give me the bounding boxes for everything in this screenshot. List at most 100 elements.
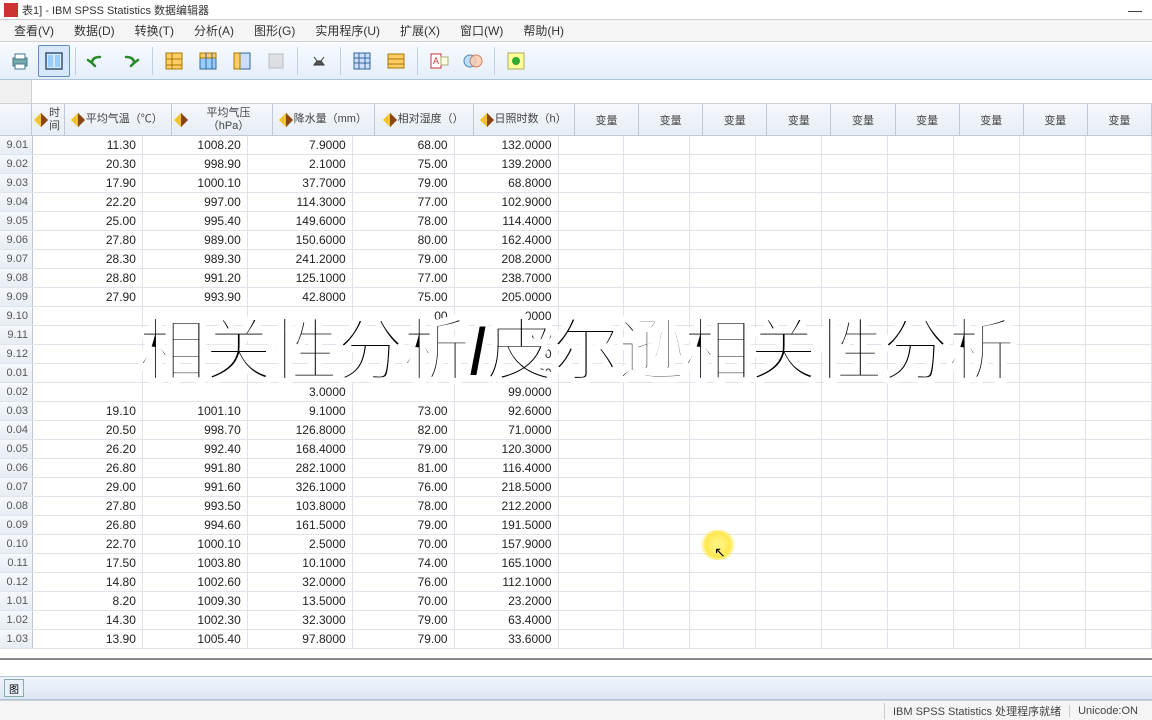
empty-cell[interactable] (690, 497, 756, 515)
empty-cell[interactable] (954, 554, 1020, 572)
empty-cell[interactable] (624, 573, 690, 591)
empty-cell[interactable] (888, 573, 954, 591)
cell[interactable]: 79.00 (353, 250, 455, 268)
cell[interactable]: 1000.10 (143, 535, 248, 553)
cell[interactable]: 238.7000 (455, 269, 559, 287)
cell[interactable]: 29.00 (33, 478, 143, 496)
cell[interactable]: 149.6000 (248, 212, 353, 230)
use-sets-icon[interactable] (457, 45, 489, 77)
empty-cell[interactable] (1086, 155, 1152, 173)
empty-cell[interactable] (559, 193, 625, 211)
empty-cell[interactable] (756, 573, 822, 591)
cell[interactable]: 9.1000 (248, 402, 353, 420)
cell[interactable] (248, 345, 353, 363)
goto-variable-icon[interactable] (192, 45, 224, 77)
cell[interactable]: 99.0000 (455, 383, 559, 401)
empty-cell[interactable] (1086, 326, 1152, 344)
menu-item[interactable]: 帮助(H) (513, 20, 574, 41)
empty-cell[interactable] (888, 136, 954, 154)
empty-cell[interactable] (624, 193, 690, 211)
cell[interactable]: 74.00 (353, 554, 455, 572)
cell[interactable]: 63.4000 (455, 611, 559, 629)
cell[interactable]: 991.20 (143, 269, 248, 287)
empty-cell[interactable] (954, 421, 1020, 439)
empty-cell[interactable] (559, 535, 625, 553)
cell[interactable]: 13.5000 (248, 592, 353, 610)
empty-cell[interactable] (690, 288, 756, 306)
empty-cell[interactable] (1020, 554, 1086, 572)
cell[interactable] (33, 364, 143, 382)
cell[interactable]: 116.4000 (455, 459, 559, 477)
cell[interactable]: 102.9000 (455, 193, 559, 211)
cell[interactable]: 26.80 (33, 459, 143, 477)
empty-cell[interactable] (624, 231, 690, 249)
column-header[interactable]: 降水量（mm） (273, 104, 375, 135)
split-file-icon[interactable] (346, 45, 378, 77)
cell[interactable]: 165.1000 (455, 554, 559, 572)
empty-cell[interactable] (624, 421, 690, 439)
cell[interactable] (33, 326, 143, 344)
cell[interactable]: 22.20 (33, 193, 143, 211)
cell[interactable] (143, 364, 248, 382)
empty-cell[interactable] (624, 402, 690, 420)
row-header[interactable]: 0.05 (0, 440, 33, 458)
empty-cell[interactable] (559, 269, 625, 287)
cell[interactable]: 97.8000 (248, 630, 353, 648)
empty-cell[interactable] (954, 269, 1020, 287)
empty-cell[interactable] (690, 250, 756, 268)
cell[interactable]: 103.8000 (248, 497, 353, 515)
empty-cell[interactable] (756, 364, 822, 382)
empty-cell[interactable] (822, 212, 888, 230)
empty-cell[interactable] (559, 231, 625, 249)
cell[interactable]: 17.50 (33, 554, 143, 572)
empty-cell[interactable] (559, 212, 625, 230)
cell[interactable]: 27.80 (33, 497, 143, 515)
empty-cell[interactable] (624, 269, 690, 287)
column-header[interactable]: 平均气温（℃） (65, 104, 172, 135)
formula-input[interactable] (32, 80, 1152, 103)
empty-cell[interactable] (690, 193, 756, 211)
empty-cell[interactable] (690, 383, 756, 401)
empty-cell[interactable] (822, 554, 888, 572)
row-header[interactable]: 0.02 (0, 383, 33, 401)
cell[interactable]: 000 (455, 364, 559, 382)
empty-cell[interactable] (1020, 174, 1086, 192)
empty-cell[interactable] (756, 288, 822, 306)
empty-cell[interactable] (822, 250, 888, 268)
empty-cell[interactable] (624, 364, 690, 382)
empty-cell[interactable] (690, 554, 756, 572)
menu-item[interactable]: 图形(G) (244, 20, 305, 41)
cell[interactable]: 997.00 (143, 193, 248, 211)
empty-cell[interactable] (888, 459, 954, 477)
cell[interactable]: 191.5000 (455, 516, 559, 534)
cell[interactable]: 23.2000 (455, 592, 559, 610)
empty-cell[interactable] (1086, 478, 1152, 496)
row-header[interactable]: 0.12 (0, 573, 33, 591)
cell[interactable] (33, 345, 143, 363)
row-header[interactable]: 0.10 (0, 535, 33, 553)
menu-item[interactable]: 实用程序(U) (305, 20, 390, 41)
empty-cell[interactable] (822, 421, 888, 439)
cell[interactable]: 32.0000 (248, 573, 353, 591)
empty-cell[interactable] (624, 326, 690, 344)
empty-cell[interactable] (756, 402, 822, 420)
empty-cell[interactable] (624, 497, 690, 515)
empty-cell[interactable] (954, 345, 1020, 363)
cell[interactable]: 79.00 (353, 440, 455, 458)
empty-cell[interactable] (624, 307, 690, 325)
empty-cell[interactable] (954, 478, 1020, 496)
empty-cell[interactable] (822, 326, 888, 344)
empty-cell[interactable] (1020, 136, 1086, 154)
empty-cell[interactable] (559, 364, 625, 382)
row-header[interactable]: 9.04 (0, 193, 33, 211)
empty-cell[interactable] (1086, 421, 1152, 439)
cell[interactable]: 20.50 (33, 421, 143, 439)
empty-cell[interactable] (756, 459, 822, 477)
cell[interactable]: 1002.30 (143, 611, 248, 629)
empty-cell[interactable] (822, 478, 888, 496)
cell[interactable]: 1008.20 (143, 136, 248, 154)
cell[interactable]: 81.00 (353, 459, 455, 477)
empty-cell[interactable] (1020, 516, 1086, 534)
empty-cell[interactable] (559, 478, 625, 496)
show-all-icon[interactable] (500, 45, 532, 77)
